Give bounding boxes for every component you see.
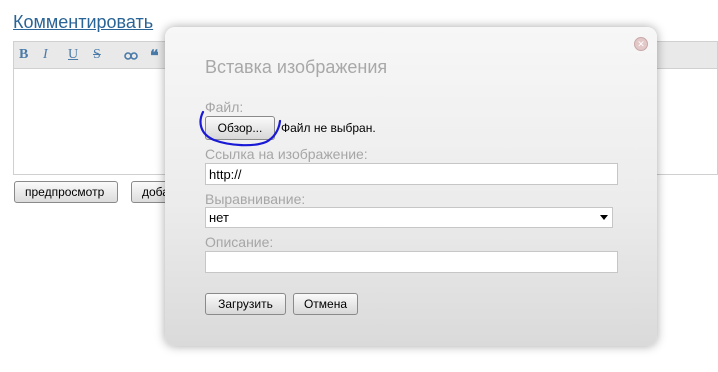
alignment-selected-value: нет [209, 210, 229, 225]
insert-image-dialog: ✕ Вставка изображения Файл: Обзор... Фай… [165, 27, 657, 346]
link-icon[interactable] [124, 50, 138, 66]
description-input[interactable] [205, 251, 618, 273]
image-link-label: Ссылка на изображение: [205, 146, 368, 162]
cancel-button[interactable]: Отмена [293, 293, 358, 315]
image-link-input[interactable] [205, 163, 618, 185]
browse-button[interactable]: Обзор... [205, 116, 275, 140]
file-status-text: Файл не выбран. [281, 121, 376, 135]
alignment-select[interactable]: нет [205, 207, 613, 228]
italic-button[interactable]: I [43, 47, 48, 63]
preview-button[interactable]: предпросмотр [14, 181, 118, 203]
comment-link[interactable]: Комментировать [13, 12, 153, 33]
file-label: Файл: [205, 99, 244, 115]
dialog-title: Вставка изображения [205, 57, 388, 77]
chevron-down-icon [600, 215, 608, 220]
bold-button[interactable]: B [19, 47, 28, 63]
underline-button[interactable]: U [68, 47, 78, 63]
close-icon[interactable]: ✕ [634, 37, 648, 51]
upload-button[interactable]: Загрузить [205, 293, 286, 315]
strike-button[interactable]: S [93, 47, 101, 63]
quote-icon[interactable]: ❝ [150, 46, 159, 66]
alignment-label: Выравнивание: [205, 191, 306, 207]
description-label: Описание: [205, 234, 274, 250]
